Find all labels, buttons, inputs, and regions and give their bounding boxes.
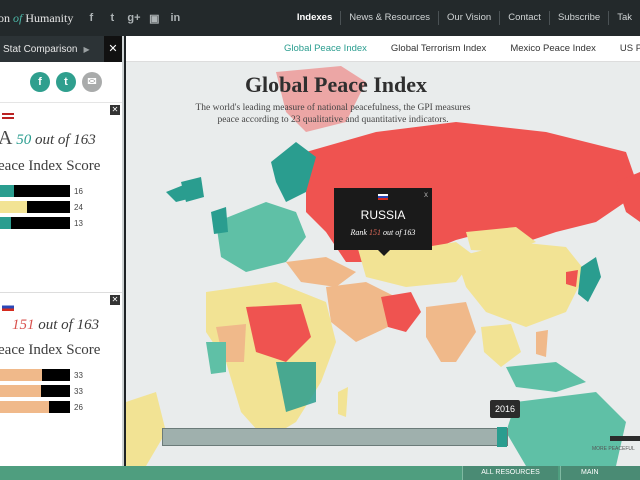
tab-mexico-peace-index[interactable]: Mexico Peace Index	[510, 43, 596, 54]
brand-prefix: on	[0, 10, 10, 25]
top-bar: on of Humanity f t g+ ▣ in Indexes News …	[0, 0, 640, 36]
score-bar	[0, 217, 70, 229]
russia-flag-icon	[2, 303, 14, 311]
score-title: eace Index Score	[0, 158, 101, 174]
tooltip-rank: Rank 151 out of 163	[334, 228, 432, 237]
year-badge: 2016	[490, 400, 520, 418]
country-abbrev: A	[0, 127, 12, 149]
nav-subscribe[interactable]: Subscribe	[550, 0, 608, 36]
email-share-icon[interactable]: ✉	[82, 72, 102, 92]
panel-close-button[interactable]: ✕	[104, 36, 122, 62]
year-timeline-slider[interactable]	[162, 427, 508, 447]
rank-total: out of 163	[38, 317, 100, 333]
score-bar-row: 13	[0, 215, 122, 231]
score-bar	[0, 369, 70, 381]
nav-our-vision[interactable]: Our Vision	[439, 0, 499, 36]
instagram-icon[interactable]: ▣	[148, 12, 160, 25]
stat-comparison-panel: l Stat Comparison ▶ ✕ f t ✉ ✕ A 50 out o…	[0, 36, 124, 466]
score-bar-row: 33	[0, 383, 122, 399]
legend-bar	[610, 436, 640, 441]
rank-number: 151	[12, 317, 35, 333]
facebook-icon[interactable]: f	[85, 12, 97, 25]
nav-news-resources[interactable]: News & Resources	[341, 0, 438, 36]
panel-header: l Stat Comparison ▶ ✕	[0, 36, 122, 62]
nav-contact[interactable]: Contact	[500, 0, 549, 36]
nav-indexes[interactable]: Indexes	[289, 0, 340, 36]
brand-suffix: Humanity	[25, 10, 74, 25]
panel-title: l Stat Comparison	[0, 43, 78, 55]
linkedin-icon[interactable]: in	[169, 12, 181, 25]
map-title: Global Peace Index	[244, 72, 428, 97]
score-bar	[0, 185, 70, 197]
rank-number: 50	[16, 132, 32, 148]
index-tabs: Global Peace Index Global Terrorism Inde…	[126, 36, 640, 62]
main-nav: Indexes News & Resources Our Vision Cont…	[289, 0, 640, 36]
country-card: ✕ 151 out of 163 eace Index Score 33 33 …	[0, 293, 122, 466]
russia-flag-icon	[378, 194, 388, 200]
score-bar	[0, 385, 70, 397]
map-subtitle: The world's leading measure of national …	[195, 103, 471, 125]
tooltip-close-icon[interactable]: x	[424, 190, 428, 199]
score-value: 26	[74, 402, 83, 412]
score-value: 16	[74, 186, 83, 196]
score-value: 13	[74, 218, 83, 228]
site-logo[interactable]: on of Humanity	[0, 11, 73, 26]
remove-country-button[interactable]: ✕	[110, 295, 120, 305]
tab-us-peace-index[interactable]: US Peace I	[620, 43, 640, 54]
score-bar-row: 26	[0, 399, 122, 415]
tooltip-country: RUSSIA	[360, 208, 406, 222]
social-links: f t g+ ▣ in	[85, 12, 181, 25]
country-card: ✕ A 50 out of 163 eace Index Score 16 24…	[0, 103, 122, 293]
tooltip-pointer	[378, 250, 390, 256]
legend-label: MORE PEACEFUL	[592, 446, 635, 452]
timeline-handle[interactable]	[497, 427, 507, 447]
score-bar-row: 24	[0, 199, 122, 215]
us-flag-icon	[2, 113, 14, 121]
main-button[interactable]: MAIN	[560, 466, 640, 480]
rank-total: out of 163	[382, 228, 416, 237]
score-title: eace Index Score	[0, 342, 101, 358]
bottom-banner: ALL RESOURCES MAIN	[0, 466, 640, 480]
country-rank: A 50 out of 163	[0, 127, 122, 150]
all-resources-button[interactable]: ALL RESOURCES	[462, 466, 558, 480]
share-buttons: f t ✉	[0, 62, 122, 103]
brand-of: of	[13, 10, 23, 25]
score-value: 33	[74, 386, 83, 396]
expand-arrow-icon[interactable]: ▶	[83, 45, 89, 54]
nav-take-action[interactable]: Tak	[609, 0, 640, 36]
score-bar-row: 33	[0, 367, 122, 383]
rank-number: 151	[368, 228, 381, 237]
rank-label: Rank	[350, 228, 367, 237]
score-bar	[0, 401, 70, 413]
rank-total: out of 163	[34, 132, 96, 148]
score-value: 24	[74, 202, 83, 212]
country-rank: 151 out of 163	[12, 317, 122, 334]
facebook-share-icon[interactable]: f	[30, 72, 50, 92]
score-bar	[0, 201, 70, 213]
twitter-share-icon[interactable]: t	[56, 72, 76, 92]
main-content: Global Peace Index Global Terrorism Inde…	[126, 36, 640, 466]
remove-country-button[interactable]: ✕	[110, 105, 120, 115]
score-value: 33	[74, 370, 83, 380]
twitter-icon[interactable]: t	[106, 12, 118, 25]
tab-global-terrorism-index[interactable]: Global Terrorism Index	[391, 43, 486, 54]
country-tooltip: x RUSSIA Rank 151 out of 163	[334, 188, 432, 256]
google-plus-icon[interactable]: g+	[127, 12, 140, 25]
tab-global-peace-index[interactable]: Global Peace Index	[284, 43, 367, 54]
score-bar-row: 16	[0, 183, 122, 199]
